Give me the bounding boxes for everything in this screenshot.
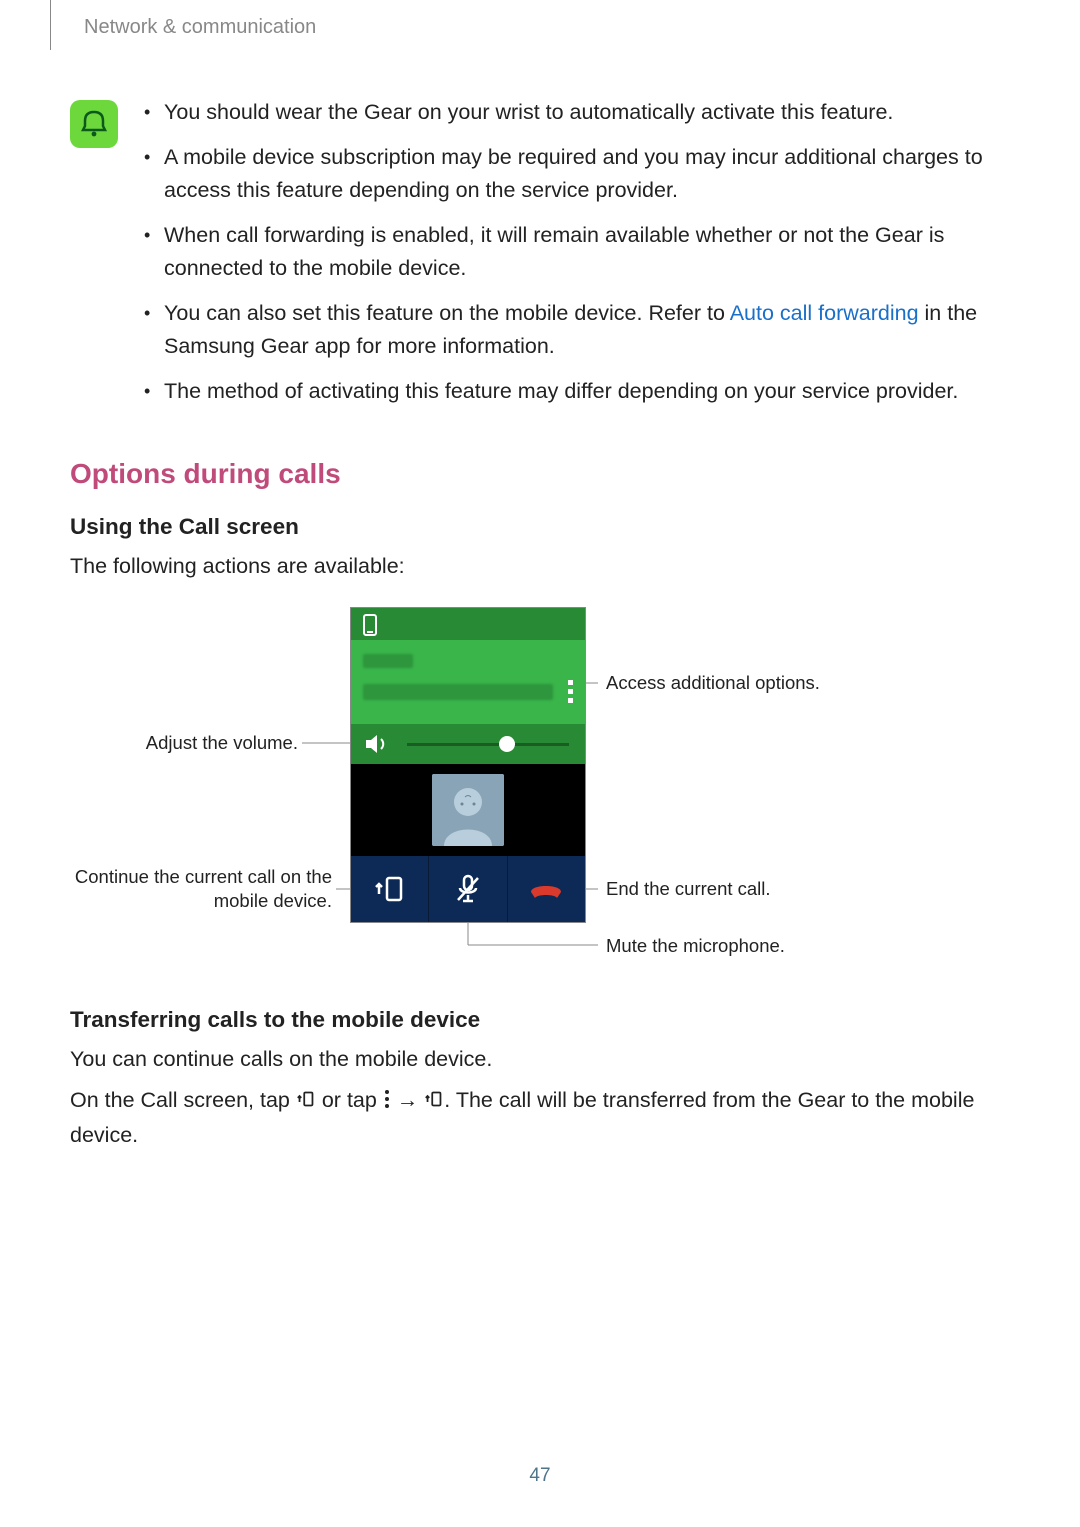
callout-transfer: Continue the current call on the mobile … bbox=[70, 865, 332, 913]
phone-status-icon bbox=[361, 614, 379, 636]
subsection-heading: Transferring calls to the mobile device bbox=[70, 1007, 1000, 1033]
transfer-icon bbox=[424, 1086, 444, 1119]
note-item: When call forwarding is enabled, it will… bbox=[130, 219, 1000, 285]
note-item: A mobile device subscription may be requ… bbox=[130, 141, 1000, 207]
section-heading: Options during calls bbox=[70, 458, 1000, 490]
screen-contact-area bbox=[351, 764, 585, 856]
end-call-icon bbox=[527, 872, 565, 906]
page-margin-rule bbox=[50, 0, 51, 50]
note-list: You should wear the Gear on your wrist t… bbox=[130, 96, 1000, 420]
screen-volume-row[interactable] bbox=[351, 724, 585, 764]
callout-end: End the current call. bbox=[606, 877, 771, 901]
callout-more: Access additional options. bbox=[606, 671, 820, 695]
avatar bbox=[432, 774, 504, 846]
transfer-icon bbox=[296, 1086, 316, 1119]
note-text: You can also set this feature on the mob… bbox=[164, 301, 730, 325]
breadcrumb: Network & communication bbox=[84, 16, 316, 39]
note-icon bbox=[70, 100, 118, 148]
callout-mute: Mute the microphone. bbox=[606, 934, 785, 958]
screen-status-bar bbox=[351, 608, 585, 640]
page-number: 47 bbox=[0, 1465, 1080, 1487]
body-text: On the Call screen, tap or tap → . The c… bbox=[70, 1084, 1000, 1152]
call-screen-figure: Access additional options. Adjust the vo… bbox=[70, 607, 990, 957]
transfer-icon bbox=[373, 872, 407, 906]
note-item: The method of activating this feature ma… bbox=[130, 375, 1000, 408]
screen-call-info bbox=[351, 640, 585, 724]
mute-button[interactable] bbox=[429, 856, 507, 922]
body-text: You can continue calls on the mobile dev… bbox=[70, 1043, 1000, 1076]
note-item: You should wear the Gear on your wrist t… bbox=[130, 96, 1000, 129]
note-item: You can also set this feature on the mob… bbox=[130, 297, 1000, 363]
end-call-button[interactable] bbox=[508, 856, 585, 922]
callout-volume: Adjust the volume. bbox=[138, 731, 298, 755]
subsection-heading: Using the Call screen bbox=[70, 514, 1000, 540]
transfer-call-button[interactable] bbox=[351, 856, 429, 922]
auto-call-forwarding-link[interactable]: Auto call forwarding bbox=[730, 301, 919, 325]
body-text: The following actions are available: bbox=[70, 550, 1000, 583]
volume-icon bbox=[363, 730, 391, 763]
more-options-icon bbox=[383, 1086, 391, 1119]
more-options-icon[interactable] bbox=[568, 676, 573, 707]
mute-mic-icon bbox=[451, 872, 485, 906]
